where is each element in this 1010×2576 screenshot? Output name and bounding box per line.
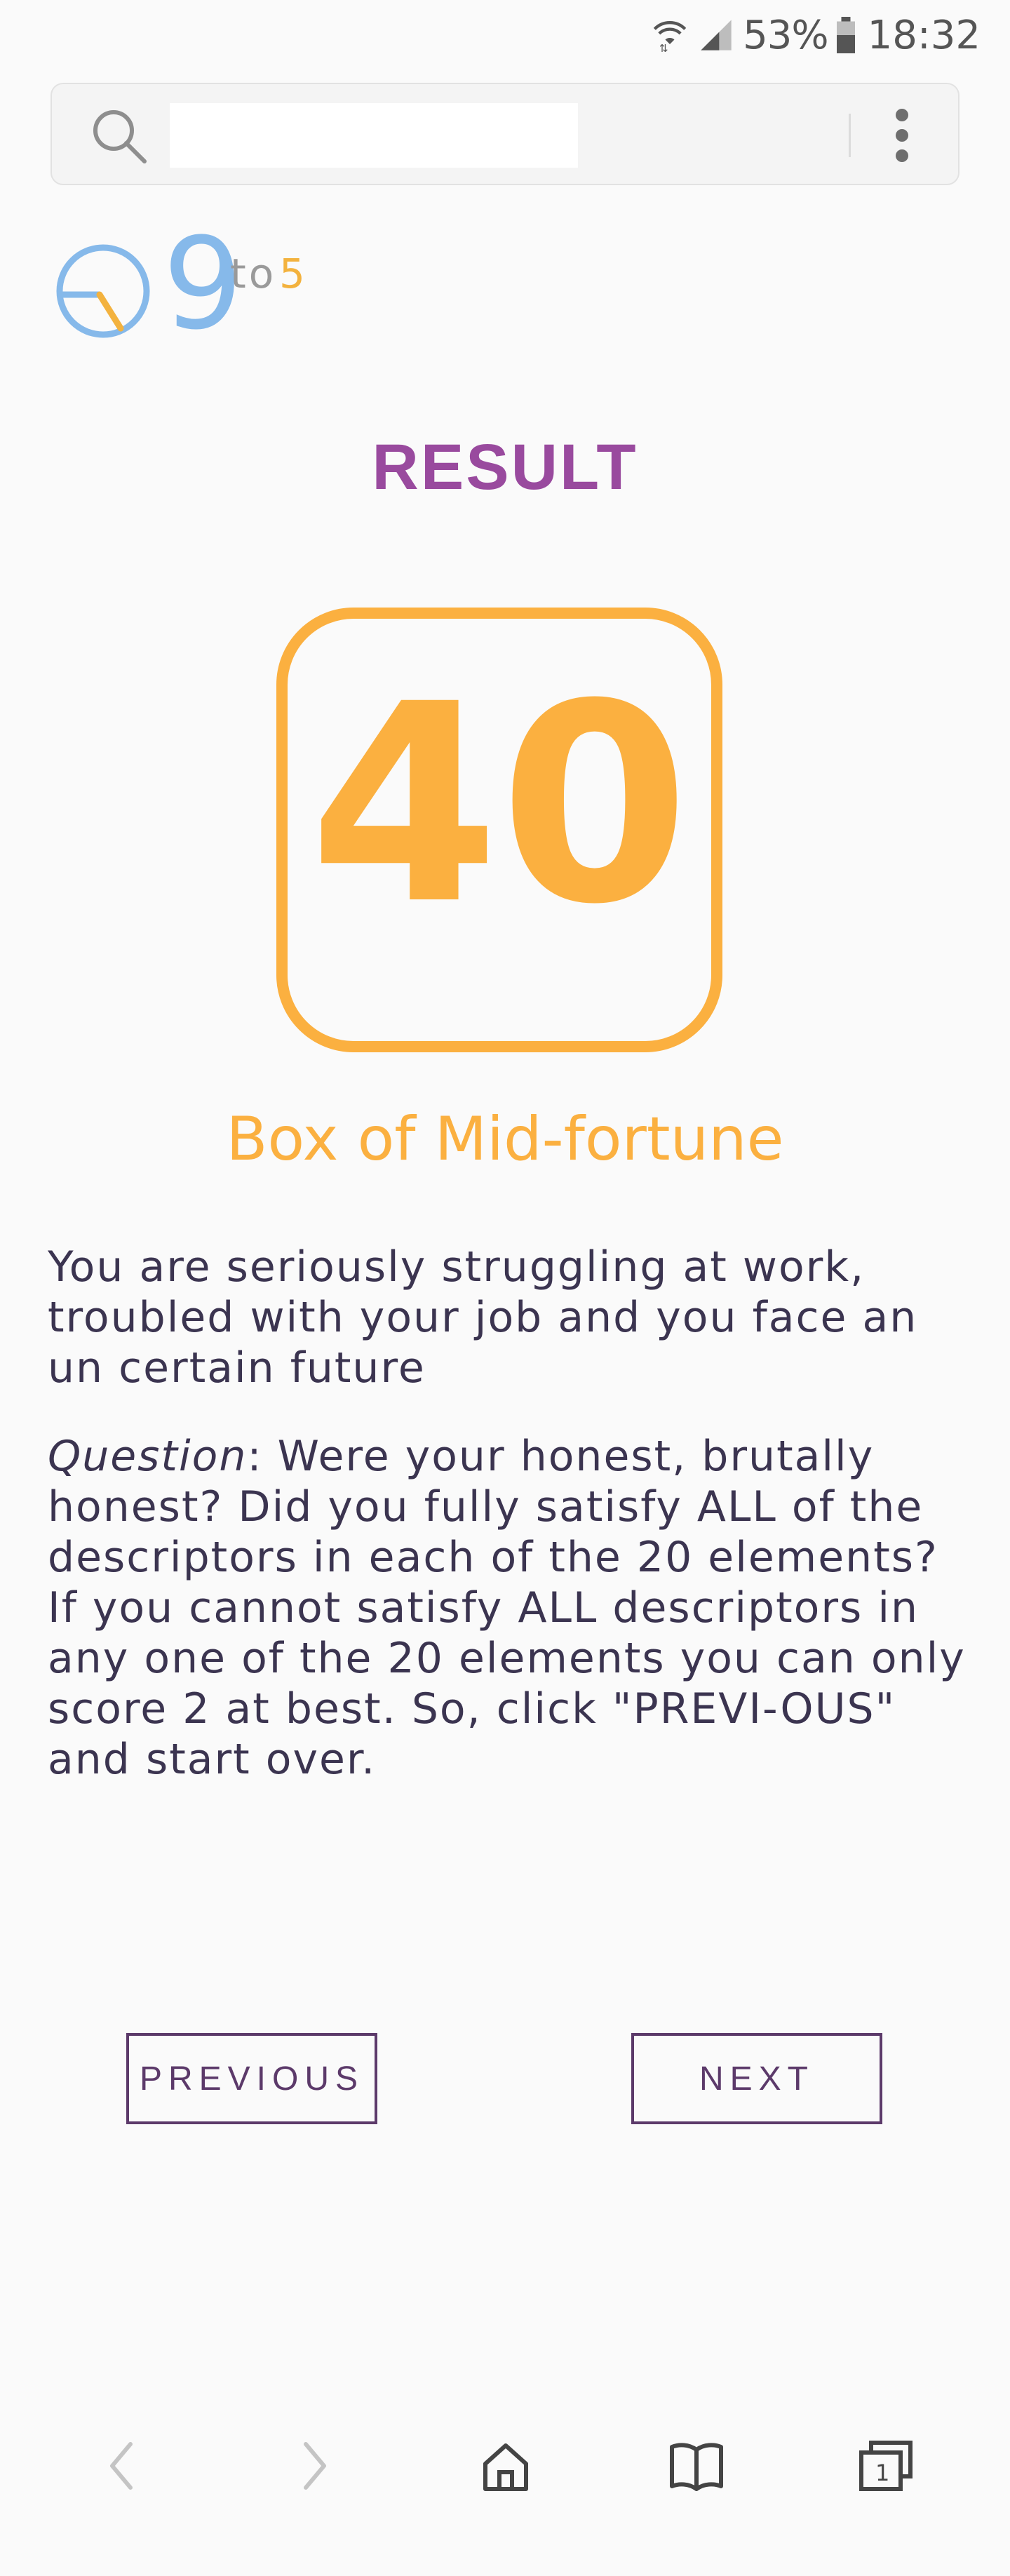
browser-search-bar [50,83,959,185]
chevron-left-icon[interactable] [84,2427,161,2504]
result-question: Question: Were your honest, brutally hon… [48,1431,967,1785]
search-input[interactable] [170,103,578,168]
signal-icon [701,20,732,51]
book-icon[interactable] [658,2427,735,2504]
site-logo[interactable]: 9 to 5 [50,222,317,351]
logo-five: 5 [279,250,305,297]
score-box: 40 [276,608,722,1052]
tabs-icon[interactable]: 1 [847,2427,924,2504]
next-button[interactable]: NEXT [631,2033,882,2124]
clock-logo-icon [56,244,150,338]
page-title: RESULT [372,431,638,503]
browser-bottom-nav: 1 [0,2427,1010,2511]
battery-percent: 53% [743,12,828,58]
question-text: : Were your honest, brutally honest? Did… [48,1432,966,1784]
svg-text:1: 1 [875,2460,889,2486]
score-value: 40 [309,645,690,964]
battery-icon [836,17,855,53]
chevron-right-icon[interactable] [275,2427,352,2504]
wifi-icon: ⇅ [653,21,687,53]
clock: 18:32 [867,12,981,58]
status-bar: ⇅ 53% 18:32 [0,0,1010,70]
result-tier-label: Box of Mid-fortune [226,1104,784,1174]
search-divider [849,114,851,157]
home-icon[interactable] [467,2427,544,2504]
previous-button[interactable]: PREVIOUS [126,2033,377,2124]
more-vert-icon[interactable] [874,104,930,167]
svg-text:⇅: ⇅ [659,42,668,53]
search-icon[interactable] [88,105,150,167]
question-label: Question [48,1432,248,1481]
logo-to: to [230,250,277,297]
result-description: You are seriously struggling at work, tr… [48,1242,918,1393]
